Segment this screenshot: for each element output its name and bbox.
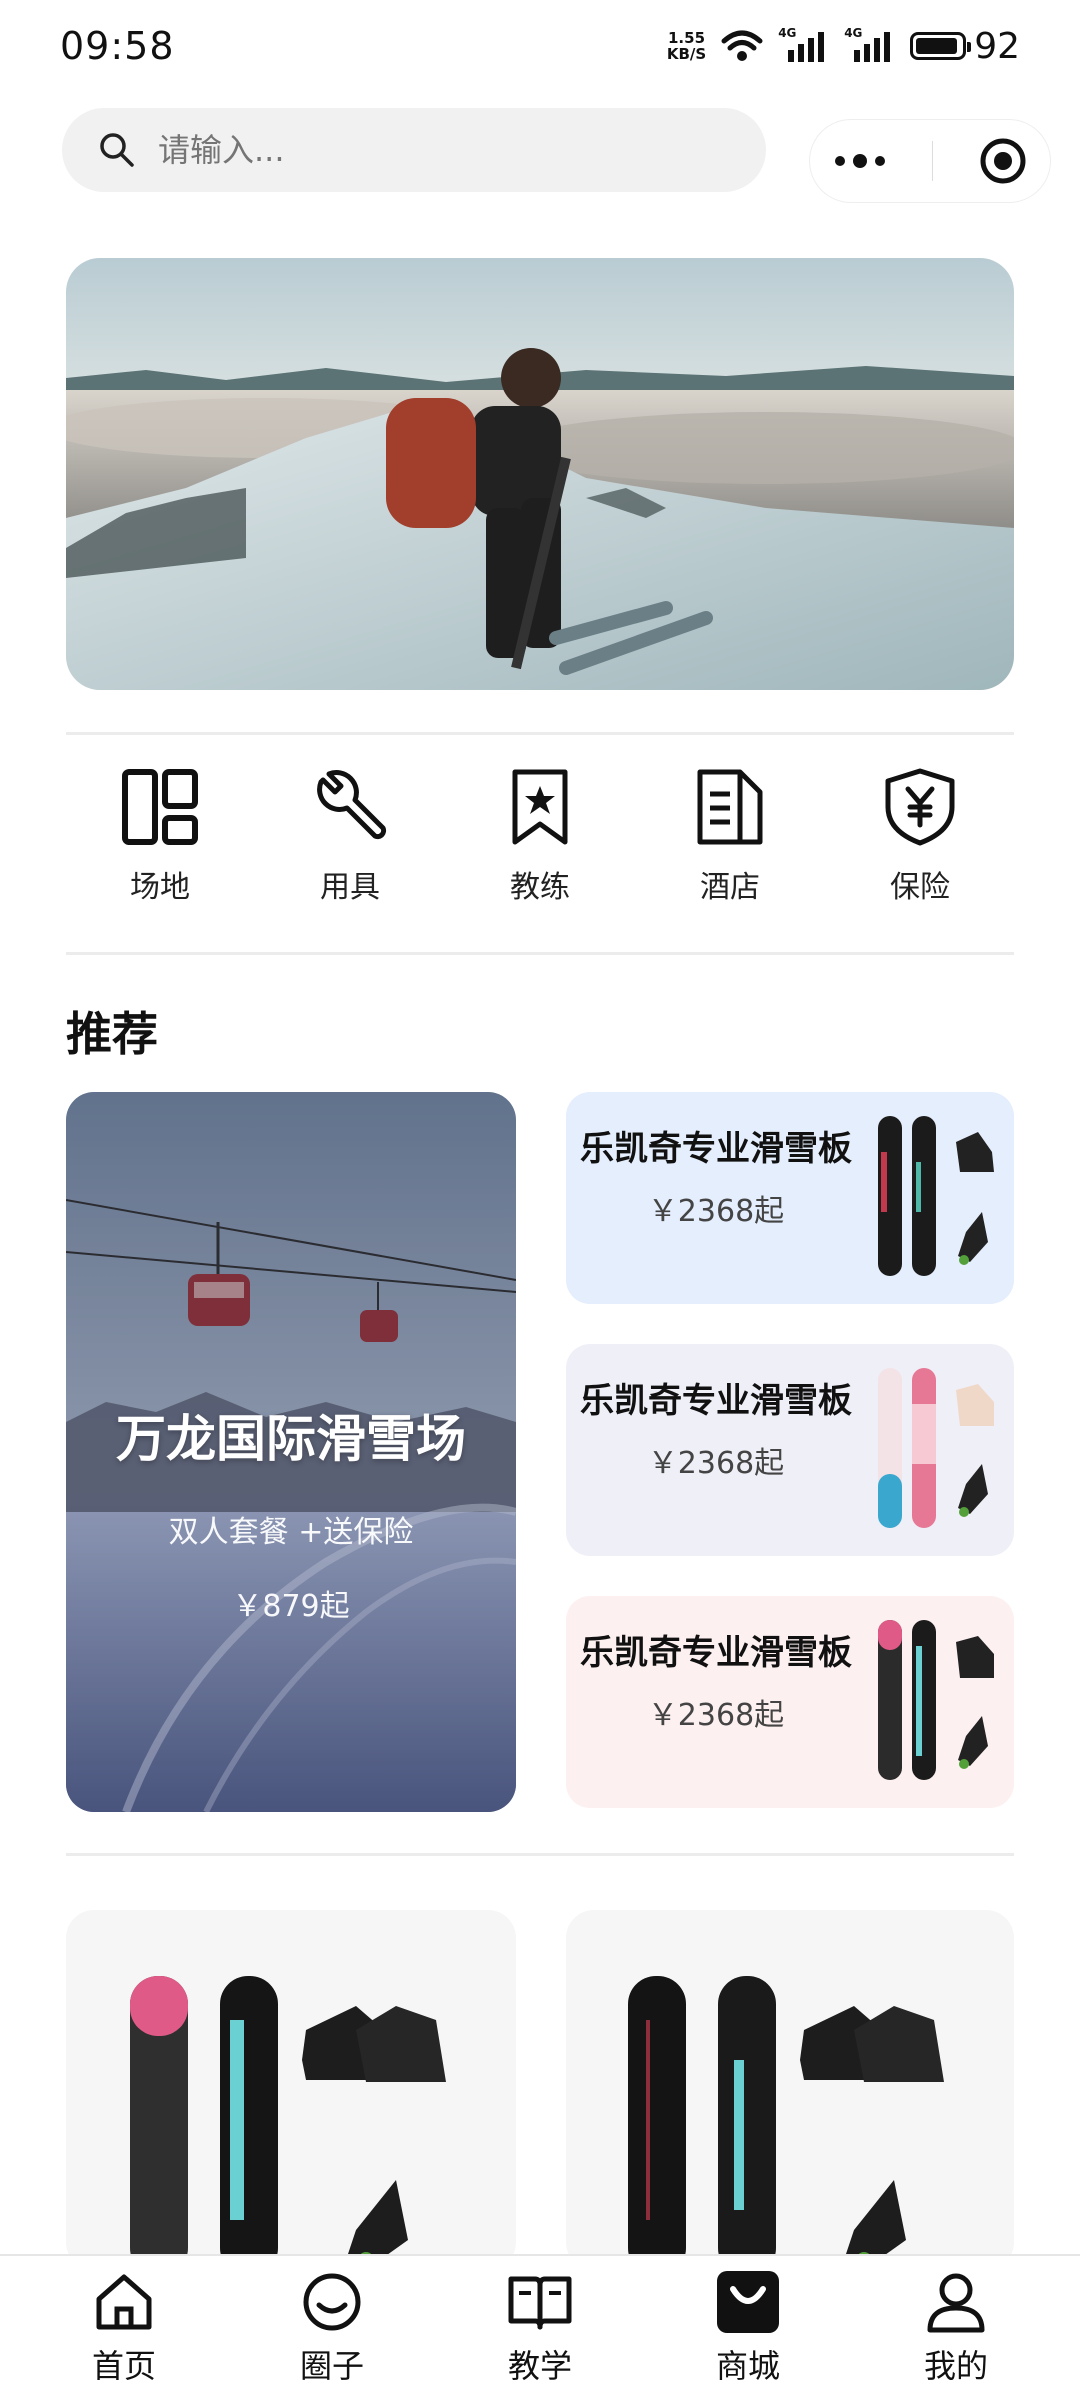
signal-icon: 4G	[844, 26, 896, 64]
close-target-icon[interactable]	[978, 136, 1028, 186]
battery-icon	[910, 32, 972, 60]
signal-type-label: 4G	[844, 26, 863, 40]
product-name: 乐凯奇专业滑雪板	[580, 1381, 852, 1421]
search-input[interactable]	[158, 131, 658, 169]
status-bar: 09:58 1.55 KB/S 4G 4G 92	[0, 0, 1080, 92]
resort-name: 万龙国际滑雪场	[116, 1410, 466, 1468]
category-equipment[interactable]: 用具	[284, 766, 416, 906]
search-icon	[100, 133, 134, 167]
product-card[interactable]: 乐凯奇专业滑雪板 ￥2368起	[566, 1596, 1014, 1808]
tab-teaching[interactable]: 教学	[460, 2269, 620, 2387]
book-icon	[508, 2276, 572, 2330]
section-divider	[66, 952, 1014, 955]
tab-circle[interactable]: 圈子	[252, 2269, 412, 2387]
network-speed-unit: KB/S	[666, 45, 707, 63]
battery-percent: 92	[974, 25, 1020, 67]
shopping-bag-icon	[717, 2271, 779, 2333]
tab-label: 我的	[923, 2347, 988, 2385]
bottom-tab-bar: 首页 圈子 教学 商城 我的	[0, 2254, 1080, 2400]
banner-image	[66, 258, 1014, 690]
signal-icon: 4G	[778, 26, 830, 64]
product-price: ￥2368起	[647, 1446, 785, 1481]
mini-program-capsule	[810, 120, 1050, 202]
category-insurance[interactable]: 保险	[854, 766, 986, 906]
tab-label: 首页	[91, 2347, 156, 2385]
category-label: 教练	[510, 870, 570, 905]
product-card[interactable]: 乐凯奇专业滑雪板 ￥2368起	[566, 1092, 1014, 1304]
capsule-divider	[932, 141, 934, 181]
category-venue[interactable]: 场地	[94, 766, 226, 906]
hero-banner[interactable]	[66, 258, 1014, 690]
coach-bookmark-icon	[512, 769, 568, 845]
category-label: 酒店	[700, 870, 760, 905]
product-info: 乐凯奇专业滑雪板 ￥2368起	[566, 1596, 866, 1808]
product-name: 乐凯奇专业滑雪板	[580, 1633, 852, 1673]
more-icon[interactable]	[832, 151, 888, 171]
tab-label: 圈子	[299, 2347, 364, 2385]
tab-label: 商城	[715, 2347, 780, 2385]
signal-type-label: 4G	[778, 26, 797, 40]
product-grid-card[interactable]	[66, 1910, 516, 2270]
hotel-document-icon	[697, 769, 763, 845]
category-label: 保险	[890, 870, 950, 905]
user-icon	[927, 2273, 985, 2333]
section-title-recommend: 推荐	[66, 1007, 158, 1061]
product-price: ￥2368起	[647, 1194, 785, 1229]
product-name: 乐凯奇专业滑雪板	[580, 1129, 852, 1169]
tab-home[interactable]: 首页	[44, 2269, 204, 2387]
product-grid-card[interactable]	[566, 1910, 1014, 2270]
category-label: 场地	[130, 870, 190, 905]
product-card[interactable]: 乐凯奇专业滑雪板 ￥2368起	[566, 1344, 1014, 1556]
featured-resort-card[interactable]: 万龙国际滑雪场 双人套餐 +送保险 ￥879起	[66, 1092, 516, 1812]
product-image	[866, 1596, 1014, 1808]
resort-subtitle: 双人套餐 +送保险	[168, 1515, 414, 1550]
status-time: 09:58	[60, 24, 175, 68]
battery: 92	[910, 26, 1020, 67]
venue-icon	[122, 769, 198, 845]
search-bar[interactable]	[62, 108, 766, 192]
section-divider	[66, 732, 1014, 735]
circle-chat-icon	[303, 2273, 361, 2331]
insurance-shield-icon	[885, 768, 955, 846]
resort-price: ￥879起	[232, 1589, 350, 1624]
tab-mine[interactable]: 我的	[876, 2269, 1036, 2387]
wifi-icon	[721, 30, 763, 61]
product-info: 乐凯奇专业滑雪板 ￥2368起	[566, 1092, 866, 1304]
product-info: 乐凯奇专业滑雪板 ￥2368起	[566, 1344, 866, 1556]
tab-mall[interactable]: 商城	[668, 2269, 828, 2387]
product-price: ￥2368起	[647, 1698, 785, 1733]
network-speed: 1.55 KB/S	[667, 30, 706, 62]
product-image	[866, 1092, 1014, 1304]
category-row: 场地 用具 教练 酒店 保险	[66, 766, 1014, 906]
product-image	[130, 1976, 446, 2270]
product-image	[866, 1344, 1014, 1556]
category-coach[interactable]: 教练	[474, 766, 606, 906]
network-speed-value: 1.55	[668, 29, 706, 47]
home-icon	[96, 2274, 152, 2330]
featured-text: 万龙国际滑雪场 双人套餐 +送保险 ￥879起	[66, 1092, 516, 1812]
category-hotel[interactable]: 酒店	[664, 766, 796, 906]
status-indicators: 1.55 KB/S 4G 4G 92	[667, 26, 1020, 67]
tab-label: 教学	[507, 2347, 572, 2385]
category-label: 用具	[320, 870, 380, 905]
wrench-icon	[317, 770, 387, 840]
product-image	[628, 1976, 944, 2270]
section-divider	[66, 1853, 1014, 1856]
